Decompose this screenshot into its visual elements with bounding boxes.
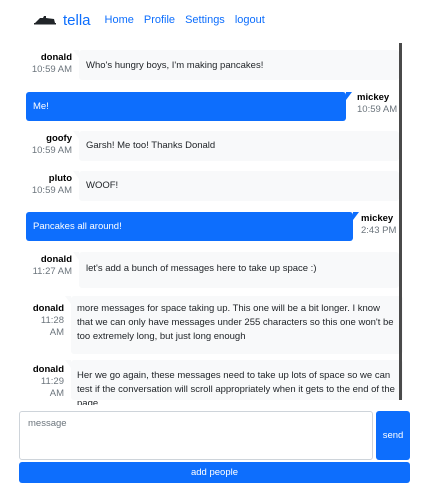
message-meta: mickey 2:43 PM xyxy=(361,213,421,237)
add-people-button[interactable]: add people xyxy=(19,462,410,483)
message-text: more messages for space taking up. This … xyxy=(77,303,394,342)
message-time: 10:59 AM xyxy=(31,64,72,75)
brand-link[interactable]: tella xyxy=(34,12,91,29)
message-text: let's add a bunch of messages here to ta… xyxy=(86,263,317,274)
message-text: Garsh! Me too! Thanks Donald xyxy=(86,140,216,151)
message-sender: donald xyxy=(40,52,72,63)
brand-name: tella xyxy=(63,11,91,29)
message-meta: donald 11:27 AM xyxy=(18,254,72,278)
message-time: 11:28 AM xyxy=(40,315,64,338)
message-time: 11:29 AM xyxy=(40,376,64,399)
message-bubble: Garsh! Me too! Thanks Donald xyxy=(73,131,399,161)
scrollbar[interactable] xyxy=(399,43,402,400)
message-sender: mickey xyxy=(357,92,390,103)
nav-profile-link[interactable]: Profile xyxy=(144,14,175,26)
message-text: Me! xyxy=(33,101,49,112)
message-meta: donald 11:29 AM xyxy=(10,364,64,400)
message-meta: goofy 10:59 AM xyxy=(18,133,72,157)
nav-home-link[interactable]: Home xyxy=(105,14,134,26)
message-text: Her we go again, these messages need to … xyxy=(77,370,395,405)
message-bubble-own: Pancakes all around! xyxy=(26,212,359,241)
message-sender: mickey xyxy=(361,213,394,224)
message-meta: donald 11:28 AM xyxy=(10,303,64,339)
message-meta: pluto 10:59 AM xyxy=(18,173,72,197)
message-sender: donald xyxy=(32,303,64,314)
message-meta: donald 10:59 AM xyxy=(18,52,72,76)
message-bubble: WOOF! xyxy=(73,171,399,201)
message-sender: goofy xyxy=(46,133,72,144)
send-button[interactable]: send xyxy=(376,411,410,460)
nav-logout-link[interactable]: logout xyxy=(235,14,265,26)
message-time: 10:59 AM xyxy=(357,104,398,115)
message-bubble: more messages for space taking up. This … xyxy=(65,296,403,354)
message-bubble: Who's hungry boys, I'm making pancakes! xyxy=(73,50,399,80)
message-time: 11:27 AM xyxy=(32,266,72,277)
nav-links: Home Profile Settings logout xyxy=(105,14,275,26)
message-text: Pancakes all around! xyxy=(33,221,122,232)
nav-settings-link[interactable]: Settings xyxy=(185,14,225,26)
message-sender: donald xyxy=(40,254,72,265)
navbar: tella Home Profile Settings logout xyxy=(0,0,430,40)
message-bubble: Her we go again, these messages need to … xyxy=(65,360,403,405)
message-time: 10:59 AM xyxy=(31,185,72,196)
message-time: 10:59 AM xyxy=(31,145,72,156)
message-bubble-own: Me! xyxy=(26,92,352,121)
message-sender: donald xyxy=(32,364,64,375)
message-bubble: let's add a bunch of messages here to ta… xyxy=(73,252,399,288)
hovercraft-logo-icon xyxy=(34,16,56,25)
message-sender: pluto xyxy=(48,173,72,184)
message-time: 2:43 PM xyxy=(361,225,397,236)
message-input[interactable] xyxy=(19,411,373,460)
message-meta: mickey 10:59 AM xyxy=(357,92,417,116)
message-list[interactable]: donald 10:59 AM Who's hungry boys, I'm m… xyxy=(0,40,430,405)
message-text: Who's hungry boys, I'm making pancakes! xyxy=(86,60,264,71)
message-text: WOOF! xyxy=(86,180,119,191)
